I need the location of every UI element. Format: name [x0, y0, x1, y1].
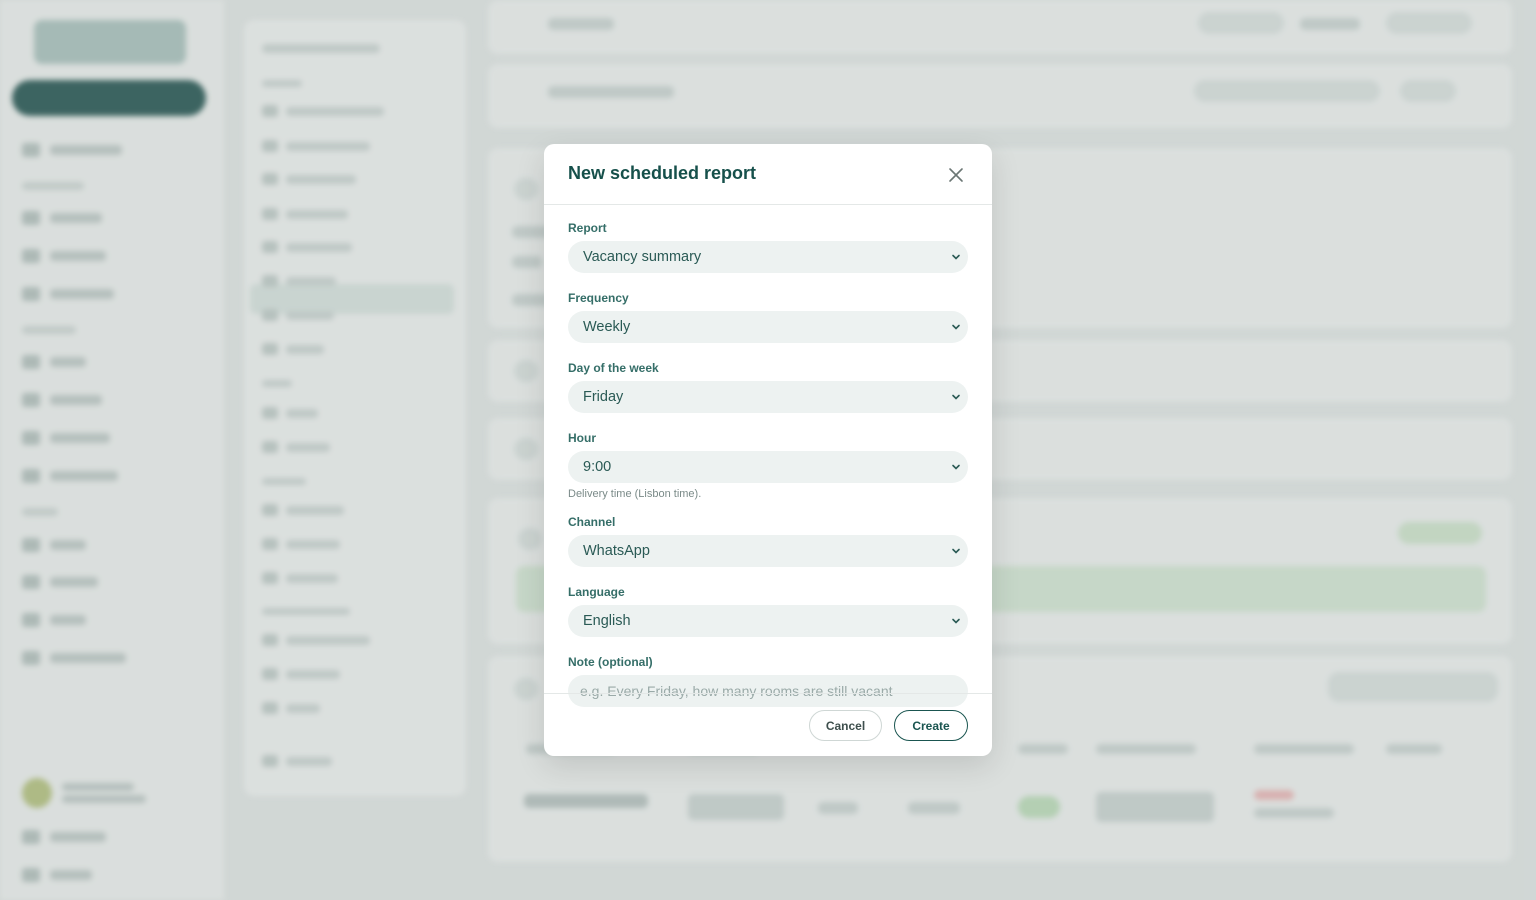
modal-header: New scheduled report — [544, 144, 992, 205]
frequency-field: Frequency Weekly — [568, 291, 968, 343]
modal-body: Report Vacancy summary Frequency Weekly … — [544, 205, 992, 707]
day-of-week-select[interactable]: Friday — [568, 381, 968, 413]
cancel-button[interactable]: Cancel — [809, 710, 882, 741]
report-select-value: Vacancy summary — [583, 249, 702, 265]
chevron-down-icon — [952, 548, 960, 554]
chevron-down-icon — [952, 618, 960, 624]
language-select-value: English — [583, 613, 631, 629]
hour-label: Hour — [568, 431, 596, 445]
chevron-down-icon — [952, 324, 960, 330]
frequency-select[interactable]: Weekly — [568, 311, 968, 343]
hour-select[interactable]: 9:00 — [568, 451, 968, 483]
close-icon — [949, 168, 963, 182]
channel-select[interactable]: WhatsApp — [568, 535, 968, 567]
chevron-down-icon — [952, 254, 960, 260]
note-label: Note (optional) — [568, 655, 653, 669]
language-label: Language — [568, 585, 625, 599]
day-of-week-select-value: Friday — [583, 389, 624, 405]
report-field: Report Vacancy summary — [568, 221, 968, 273]
language-select[interactable]: English — [568, 605, 968, 637]
frequency-select-value: Weekly — [583, 319, 631, 335]
hour-select-value: 9:00 — [583, 459, 612, 475]
channel-field: Channel WhatsApp — [568, 515, 968, 567]
hour-help-text: Delivery time (Lisbon time). — [568, 488, 702, 500]
modal-title: New scheduled report — [568, 163, 757, 183]
chevron-down-icon — [952, 394, 960, 400]
channel-label: Channel — [568, 515, 616, 529]
chevron-down-icon — [952, 464, 960, 470]
modal-footer: Cancel Create — [544, 693, 992, 756]
language-field: Language English — [568, 585, 968, 637]
channel-select-value: WhatsApp — [583, 543, 650, 559]
day-of-week-field: Day of the week Friday — [568, 361, 968, 413]
report-label: Report — [568, 221, 607, 235]
day-of-week-label: Day of the week — [568, 361, 659, 375]
create-button[interactable]: Create — [894, 710, 968, 741]
report-select[interactable]: Vacancy summary — [568, 241, 968, 273]
new-scheduled-report-dialog: New scheduled report Report Vacancy summ… — [544, 144, 992, 756]
frequency-label: Frequency — [568, 291, 629, 305]
hour-field: Hour 9:00 Delivery time (Lisbon time). — [568, 431, 968, 501]
close-button[interactable] — [944, 163, 968, 187]
